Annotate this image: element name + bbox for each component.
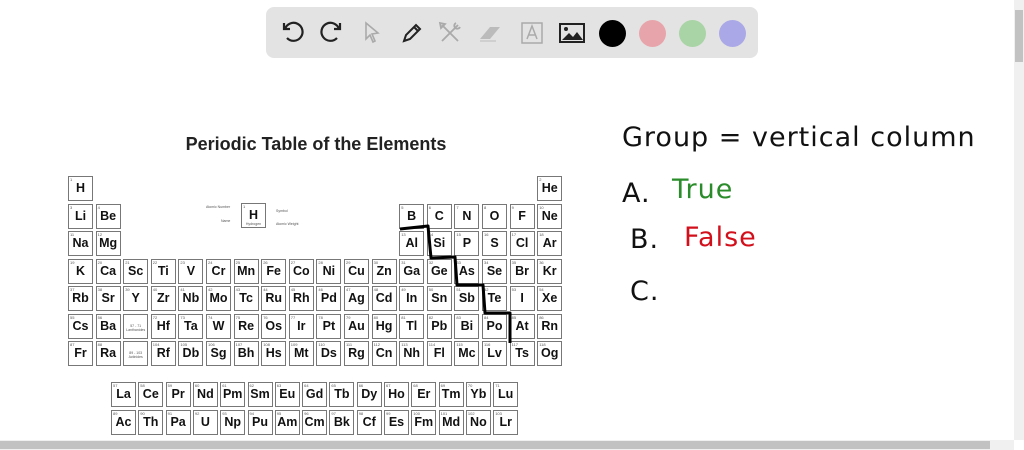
metal-nonmetal-staircase-stroke <box>399 224 512 343</box>
option-b-text: False <box>684 222 757 253</box>
option-b-label: B. <box>630 224 660 255</box>
scroll-thumb[interactable] <box>1015 10 1023 62</box>
scroll-thumb[interactable] <box>0 441 990 449</box>
option-c-label: C. <box>630 276 660 307</box>
horizontal-scrollbar[interactable] <box>0 440 1014 450</box>
option-a-label: A. <box>622 178 651 209</box>
handwritten-definition: Group = vertical column <box>622 122 976 153</box>
vertical-scrollbar[interactable] <box>1014 0 1024 440</box>
option-a-text: True <box>672 174 734 205</box>
